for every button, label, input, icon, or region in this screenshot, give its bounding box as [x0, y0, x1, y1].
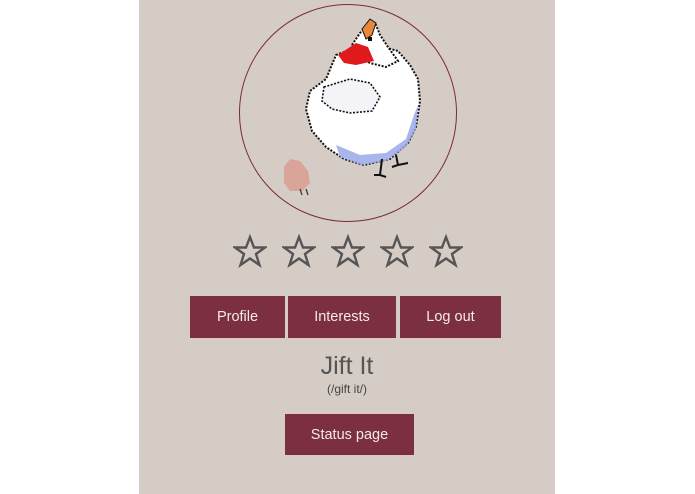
- profile-name: Jift It: [320, 352, 374, 380]
- profile-pronunciation: (/gift it/): [326, 382, 367, 396]
- star-outline-icon[interactable]: [282, 234, 316, 268]
- profile-panel: Profile Interests Log out Jift It (/gift…: [139, 0, 555, 494]
- star-outline-icon[interactable]: [380, 234, 414, 268]
- profile-button[interactable]: Profile: [190, 296, 285, 338]
- interests-button[interactable]: Interests: [288, 296, 396, 338]
- rating-stars: [233, 234, 463, 270]
- star-outline-icon[interactable]: [233, 234, 267, 268]
- status-page-button[interactable]: Status page: [285, 414, 414, 455]
- star-outline-icon[interactable]: [331, 234, 365, 268]
- chicken-illustration: [284, 18, 422, 196]
- logout-button[interactable]: Log out: [400, 296, 501, 338]
- star-outline-icon[interactable]: [429, 234, 463, 268]
- avatar: [239, 4, 457, 222]
